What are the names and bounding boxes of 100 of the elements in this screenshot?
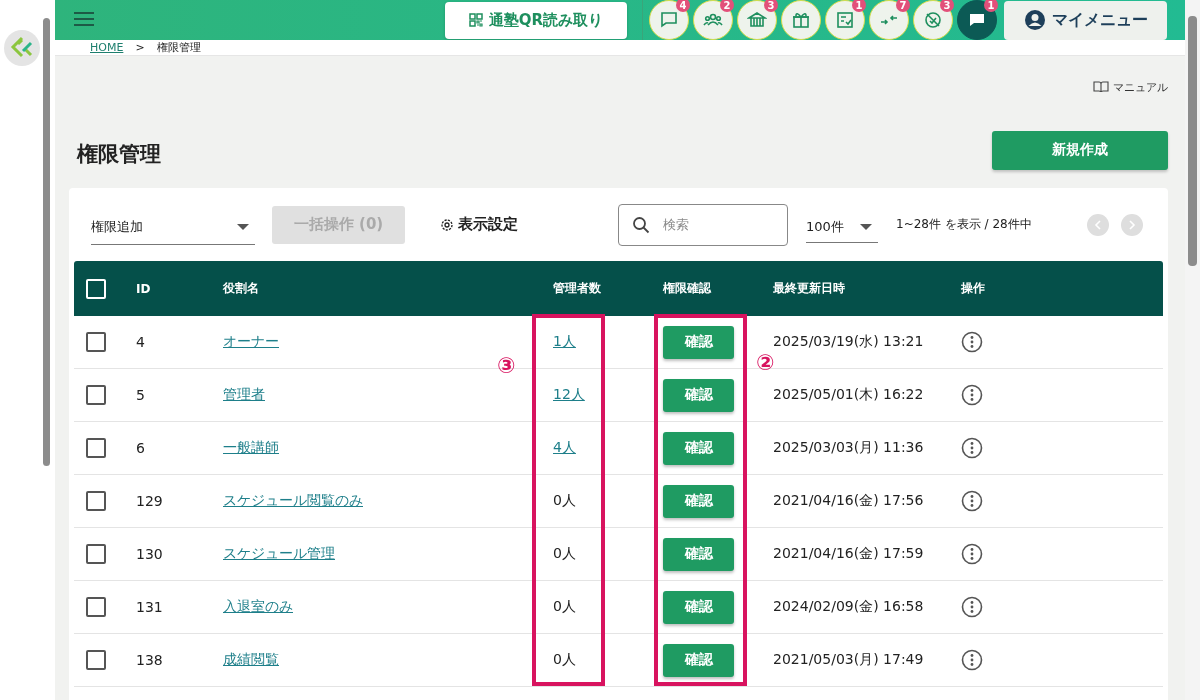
role-link[interactable]: 入退室のみ bbox=[223, 598, 293, 614]
more-options-icon[interactable] bbox=[961, 331, 983, 353]
callout-number: ② bbox=[756, 352, 775, 374]
add-select[interactable]: 権限追加 bbox=[91, 210, 255, 245]
breadcrumb-link[interactable]: HOME bbox=[90, 41, 124, 54]
header-icon-button[interactable]: 4 bbox=[649, 0, 689, 40]
header-icon-button[interactable]: 1 bbox=[825, 0, 865, 40]
count-badge: 7 bbox=[896, 0, 910, 12]
count-badge: 1 bbox=[852, 0, 866, 12]
column-header: 操作 bbox=[961, 281, 985, 295]
chat-icon bbox=[659, 10, 679, 30]
table-cell: 0人 bbox=[553, 651, 576, 667]
caret-icon bbox=[860, 224, 872, 230]
more-options-icon[interactable] bbox=[961, 384, 983, 406]
breadcrumb-current: 権限管理 bbox=[156, 40, 201, 55]
qr-code-icon bbox=[468, 13, 483, 27]
role-link[interactable]: スケジュール管理 bbox=[223, 545, 335, 561]
row-checkbox[interactable] bbox=[86, 332, 106, 352]
table-cell: 130 bbox=[136, 546, 163, 562]
more-options-icon[interactable] bbox=[961, 649, 983, 671]
count-badge: 1 bbox=[984, 0, 998, 12]
more-options-icon[interactable] bbox=[961, 543, 983, 565]
callout-number: ③ bbox=[497, 355, 516, 377]
more-options-icon[interactable] bbox=[961, 596, 983, 618]
more-options-icon[interactable] bbox=[961, 437, 983, 459]
per-page-select[interactable]: 100件 bbox=[806, 212, 878, 243]
checklist-icon bbox=[835, 10, 855, 30]
role-link[interactable]: 一般講師 bbox=[223, 439, 279, 455]
column-header: 役割名 bbox=[223, 281, 259, 295]
count-badge: 3 bbox=[764, 0, 778, 12]
role-link[interactable]: 成績閲覧 bbox=[223, 651, 279, 667]
table-cell: 129 bbox=[136, 493, 163, 509]
table-cell: 6 bbox=[136, 440, 145, 456]
row-checkbox[interactable] bbox=[86, 597, 106, 617]
scrollbar[interactable] bbox=[1185, 0, 1200, 700]
my-menu-button[interactable]: マイメニュー bbox=[1004, 0, 1167, 40]
header-icon-button[interactable]: 7 bbox=[869, 0, 909, 40]
table-cell: 0人 bbox=[553, 598, 576, 614]
result-range: 1~28件 を表示 / 28件中 bbox=[896, 216, 1032, 233]
chevron-left-icon bbox=[1094, 219, 1102, 230]
building-icon bbox=[747, 10, 767, 30]
row-checkbox[interactable] bbox=[86, 385, 106, 405]
no-sign-icon bbox=[923, 10, 943, 30]
gift-icon bbox=[791, 10, 811, 30]
admin-count-link[interactable]: 12人 bbox=[553, 386, 585, 402]
display-settings-button[interactable]: 表示設定 bbox=[440, 215, 518, 234]
table-cell: 2021/04/16(金) 17:59 bbox=[773, 545, 924, 561]
confirm-button[interactable]: 確認 bbox=[663, 378, 734, 412]
count-badge: 2 bbox=[720, 0, 734, 12]
role-link[interactable]: 管理者 bbox=[223, 386, 265, 402]
admin-count-link[interactable]: 1人 bbox=[553, 333, 576, 349]
row-checkbox[interactable] bbox=[86, 544, 106, 564]
column-header: 管理者数 bbox=[553, 281, 601, 295]
table-cell: 131 bbox=[136, 599, 163, 615]
chevron-right-icon bbox=[1128, 219, 1136, 230]
user-icon bbox=[1023, 9, 1046, 31]
select-all-checkbox[interactable] bbox=[86, 278, 106, 299]
header-icon-button[interactable]: 3 bbox=[913, 0, 953, 40]
confirm-button[interactable]: 確認 bbox=[663, 431, 734, 465]
confirm-button[interactable]: 確認 bbox=[663, 590, 734, 624]
row-checkbox[interactable] bbox=[86, 650, 106, 670]
count-badge: 4 bbox=[676, 0, 690, 12]
column-header: 権限確認 bbox=[663, 281, 711, 295]
search-field[interactable]: 検索 bbox=[618, 203, 788, 246]
column-header: 最終更新日時 bbox=[773, 281, 845, 295]
row-checkbox[interactable] bbox=[86, 438, 106, 458]
breadcrumb-separator: > bbox=[135, 41, 145, 54]
more-options-icon[interactable] bbox=[961, 490, 983, 512]
confirm-button[interactable]: 確認 bbox=[663, 325, 734, 359]
new-button[interactable]: 新規作成 bbox=[992, 130, 1168, 170]
confirm-button[interactable]: 確認 bbox=[663, 537, 734, 571]
row-checkbox[interactable] bbox=[86, 491, 106, 511]
table-cell: 2025/03/03(月) 11:36 bbox=[773, 439, 924, 455]
table-cell: 2021/04/16(金) 17:56 bbox=[773, 492, 924, 508]
qr-scan-button[interactable]: 通塾QR読み取り bbox=[445, 1, 627, 39]
table-cell: 4 bbox=[136, 334, 145, 350]
role-link[interactable]: スケジュール閲覧のみ bbox=[223, 492, 363, 508]
table-cell: 0人 bbox=[553, 545, 576, 561]
confirm-button[interactable]: 確認 bbox=[663, 643, 734, 677]
confirm-button[interactable]: 確認 bbox=[663, 484, 734, 518]
count-badge: 3 bbox=[940, 0, 954, 12]
header-icon-button[interactable]: 3 bbox=[737, 0, 777, 40]
page-title: 権限管理 bbox=[77, 141, 161, 168]
header-icon-button[interactable]: 2 bbox=[693, 0, 733, 40]
table-cell: 0人 bbox=[553, 492, 576, 508]
settings-icon bbox=[440, 217, 454, 232]
table-cell: 2024/02/09(金) 16:58 bbox=[773, 598, 924, 614]
header-icon-button[interactable]: 1 bbox=[957, 0, 997, 40]
admin-count-link[interactable]: 4人 bbox=[553, 439, 576, 455]
table-cell: 2025/05/01(木) 16:22 bbox=[773, 386, 924, 402]
column-header: ID bbox=[136, 281, 151, 296]
table-cell: 2021/05/03(月) 17:49 bbox=[773, 651, 924, 667]
table-cell: 5 bbox=[136, 387, 145, 403]
caret-icon bbox=[237, 224, 249, 230]
book-icon bbox=[1093, 81, 1109, 93]
manual-link[interactable]: マニュアル bbox=[1093, 80, 1168, 94]
table-cell: 138 bbox=[136, 652, 163, 668]
header-icon-button[interactable] bbox=[781, 0, 821, 40]
menu-icon[interactable] bbox=[73, 11, 97, 29]
role-link[interactable]: オーナー bbox=[223, 333, 279, 349]
